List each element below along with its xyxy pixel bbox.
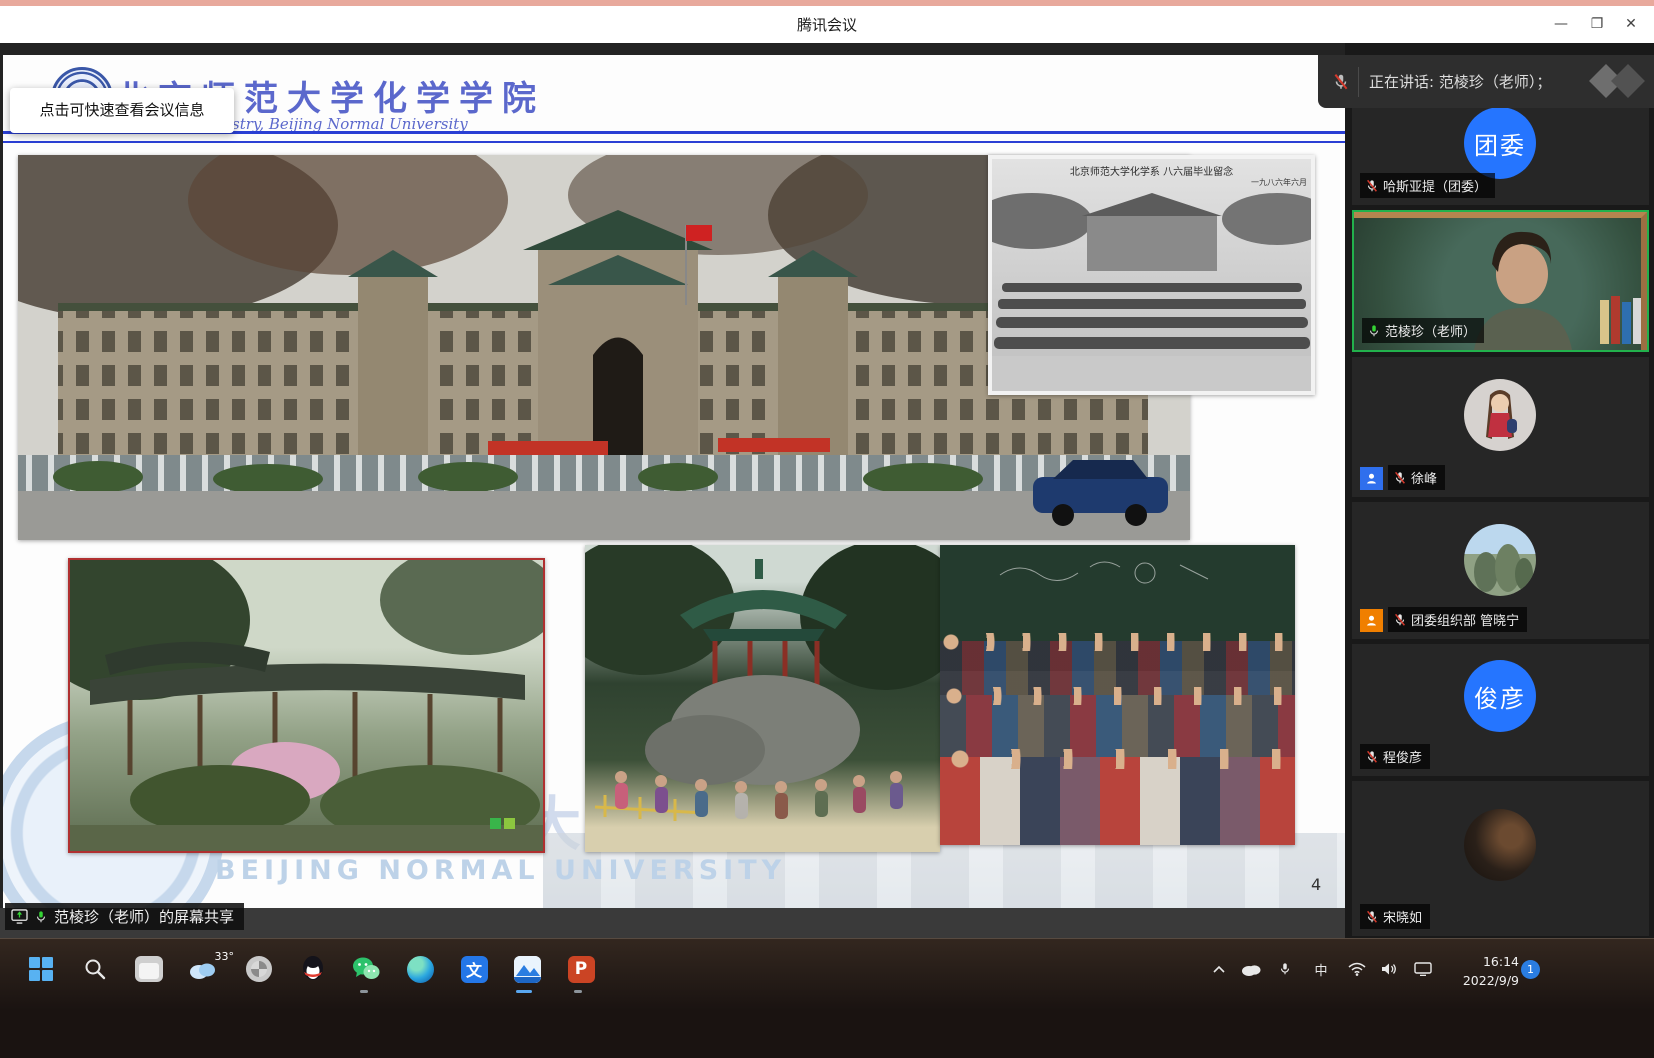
logo-shape-icon <box>1611 64 1645 98</box>
mic-muted-icon <box>1365 910 1379 924</box>
role-badge-blue <box>1360 467 1383 490</box>
minimize-button[interactable]: — <box>1546 10 1576 38</box>
participant-name-badge: 范棱珍（老师） <box>1362 318 1484 343</box>
participant-name-badge: 团委组织部 管晓宁 <box>1388 607 1527 632</box>
meeting-info-tooltip: 点击可快速查看会议信息 <box>10 88 234 133</box>
avatar-photo <box>1464 809 1536 881</box>
close-button[interactable]: ✕ <box>1616 10 1646 38</box>
participant-tile-1[interactable]: 团委 哈斯亚提（团委） <box>1352 95 1649 205</box>
start-button[interactable] <box>24 952 58 986</box>
participant-name-badge: 宋晓如 <box>1360 904 1430 929</box>
powerpoint-icon[interactable]: P <box>564 952 598 986</box>
open-app-indicator <box>360 990 368 993</box>
screen-share-icon <box>11 909 28 924</box>
photo-garden-corridor <box>68 558 545 853</box>
participant-name-badge: 程俊彦 <box>1360 744 1430 769</box>
photos-app-icon[interactable] <box>510 952 544 986</box>
mic-muted-icon <box>1365 750 1379 764</box>
active-app-indicator <box>516 990 532 993</box>
mic-on-icon <box>1367 324 1381 338</box>
participant-tile-4[interactable]: 团委组织部 管晓宁 <box>1352 502 1649 639</box>
bw-photo-caption: 北京师范大学化学系 八六届毕业留念 <box>992 163 1311 178</box>
qq-icon[interactable] <box>296 952 330 986</box>
open-app-indicator <box>574 990 582 993</box>
avatar-photo <box>1464 524 1536 596</box>
window-title: 腾讯会议 <box>0 14 1654 35</box>
participant-tile-3[interactable]: 徐峰 <box>1352 357 1649 497</box>
tray-cloud-icon[interactable] <box>1238 958 1264 980</box>
mic-muted-icon <box>1365 179 1379 193</box>
divider <box>1358 67 1359 97</box>
speaking-label: 正在讲话: 范棱珍（老师）； <box>1369 71 1551 92</box>
mic-muted-icon <box>1332 73 1350 91</box>
bw-photo-caption-right: 一九八六年六月 <box>1251 177 1307 188</box>
photo-pavilion-dancers <box>585 545 940 852</box>
participant-name-badge: 徐峰 <box>1388 465 1445 490</box>
slide-page-number: 4 <box>1311 875 1321 894</box>
search-icon[interactable] <box>78 952 112 986</box>
person-icon <box>1365 614 1378 627</box>
wechat-icon[interactable] <box>349 952 383 986</box>
photo-bw-graduation: 北京师范大学化学系 八六届毕业留念 一九八六年六月 <box>988 155 1315 395</box>
avatar-initials: 团委 <box>1464 107 1536 179</box>
person-icon <box>1365 472 1378 485</box>
weather-temp: 33° <box>215 950 235 963</box>
notification-badge[interactable]: 1 <box>1521 960 1540 979</box>
participant-tile-5[interactable]: 俊彦 程俊彦 <box>1352 644 1649 776</box>
docs-app-icon[interactable]: 文 <box>457 952 491 986</box>
share-banner-text: 范棱珍（老师）的屏幕共享 <box>54 906 234 927</box>
edge-browser-icon[interactable] <box>403 952 437 986</box>
tray-date: 2022/9/9 <box>1447 972 1519 991</box>
screen-share-banner: 范棱珍（老师）的屏幕共享 <box>5 903 244 930</box>
participant-name-badge: 哈斯亚提（团委） <box>1360 173 1495 198</box>
mic-muted-icon <box>1393 471 1407 485</box>
avatar-initials: 俊彦 <box>1464 660 1536 732</box>
restore-button[interactable]: ❐ <box>1582 10 1612 38</box>
participant-tile-2-video[interactable]: 范棱珍（老师） <box>1352 210 1649 352</box>
weather-widget-icon[interactable]: 33° <box>186 952 220 986</box>
titlebar: 腾讯会议 — ❐ ✕ <box>0 6 1654 44</box>
tray-time: 16:14 <box>1447 953 1519 972</box>
tray-clock[interactable]: 16:14 2022/9/9 <box>1447 953 1519 991</box>
mic-muted-icon <box>1393 613 1407 627</box>
mic-on-icon <box>34 910 48 924</box>
participant-tile-6[interactable]: 宋晓如 <box>1352 781 1649 936</box>
app-knot-icon[interactable] <box>242 952 276 986</box>
tray-mic-icon[interactable] <box>1272 958 1298 980</box>
role-badge-orange <box>1360 609 1383 632</box>
photo-classroom-group <box>940 545 1295 845</box>
tray-wifi-icon[interactable] <box>1344 958 1370 980</box>
tray-chevron-icon[interactable] <box>1206 958 1232 980</box>
avatar-photo <box>1464 379 1536 451</box>
file-explorer-icon[interactable] <box>132 952 166 986</box>
tray-ime-indicator[interactable]: 中 <box>1308 958 1334 980</box>
speaking-indicator-bar: 正在讲话: 范棱珍（老师）； <box>1318 55 1654 108</box>
tray-display-icon[interactable] <box>1410 958 1436 980</box>
shared-screen-slide: 北京师范大学化学学院 stry, Beijing Normal Universi… <box>3 55 1345 908</box>
watermark-text: BEIJING NORMAL UNIVERSITY <box>215 855 786 886</box>
tray-volume-icon[interactable] <box>1376 958 1402 980</box>
